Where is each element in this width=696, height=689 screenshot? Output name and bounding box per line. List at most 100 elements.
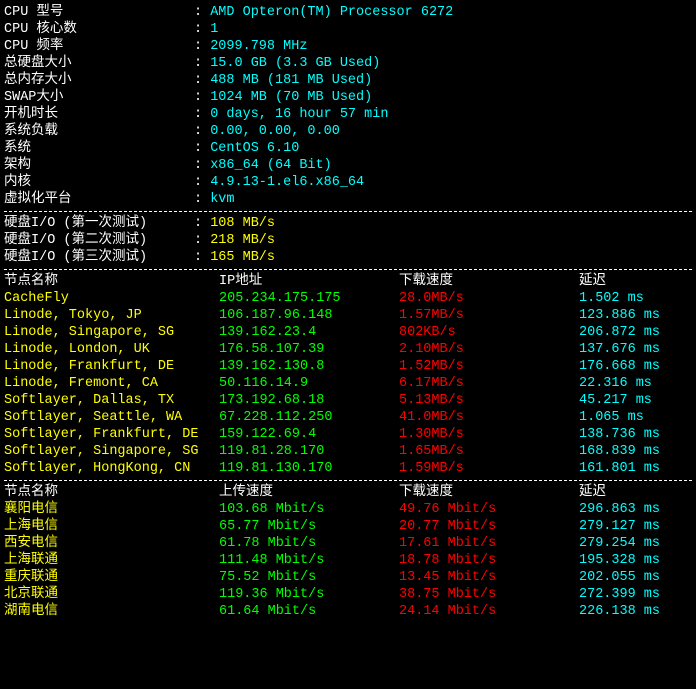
- header-latency: 延迟: [579, 273, 606, 290]
- sysinfo-row: CPU 频率: 2099.798 MHz: [4, 38, 692, 55]
- upload-speed: 103.68 Mbit/s: [219, 501, 399, 518]
- node-name: 上海电信: [4, 518, 219, 535]
- node-name: 湖南电信: [4, 603, 219, 620]
- node-ip: 50.116.14.9: [219, 375, 399, 392]
- node-name: 上海联通: [4, 552, 219, 569]
- download-speed: 802KB/s: [399, 324, 579, 341]
- sysinfo-label: 总硬盘大小: [4, 55, 194, 72]
- sysinfo-value: x86_64 (64 Bit): [210, 158, 332, 173]
- header-download: 下载速度: [399, 484, 579, 501]
- colon: :: [194, 22, 210, 37]
- diskio-row: 硬盘I/O (第三次测试): 165 MB/s: [4, 249, 692, 266]
- colon: :: [194, 216, 210, 231]
- diskio-row: 硬盘I/O (第二次测试): 218 MB/s: [4, 232, 692, 249]
- net-row: Linode, Fremont, CA50.116.14.96.17MB/s22…: [4, 375, 692, 392]
- node-name: Linode, Fremont, CA: [4, 375, 219, 392]
- diskio-value: 108 MB/s: [210, 216, 275, 231]
- net-row: Softlayer, Singapore, SG119.81.28.1701.6…: [4, 443, 692, 460]
- sysinfo-row: 开机时长: 0 days, 16 hour 57 min: [4, 106, 692, 123]
- node-ip: 205.234.175.175: [219, 290, 399, 307]
- node-name: Softlayer, Frankfurt, DE: [4, 426, 219, 443]
- node-ip: 119.81.28.170: [219, 443, 399, 460]
- upload-speed: 119.36 Mbit/s: [219, 586, 399, 603]
- sysinfo-value: 0.00, 0.00, 0.00: [210, 124, 340, 139]
- download-speed: 17.61 Mbit/s: [399, 535, 579, 552]
- header-ip: IP地址: [219, 273, 399, 290]
- sysinfo-row: CPU 核心数: 1: [4, 21, 692, 38]
- network-test-section: CacheFly205.234.175.17528.0MB/s1.502 msL…: [4, 290, 692, 477]
- node-ip: 119.81.130.170: [219, 460, 399, 477]
- cn-row: 重庆联通75.52 Mbit/s13.45 Mbit/s202.055 ms: [4, 569, 692, 586]
- latency: 176.668 ms: [579, 358, 660, 375]
- colon: :: [194, 39, 210, 54]
- sysinfo-value: 488 MB (181 MB Used): [210, 73, 372, 88]
- download-speed: 41.0MB/s: [399, 409, 579, 426]
- sysinfo-label: 系统负载: [4, 123, 194, 140]
- download-speed: 1.52MB/s: [399, 358, 579, 375]
- cn-row: 西安电信61.78 Mbit/s17.61 Mbit/s279.254 ms: [4, 535, 692, 552]
- diskio-label: 硬盘I/O (第三次测试): [4, 249, 194, 266]
- sysinfo-row: SWAP大小: 1024 MB (70 MB Used): [4, 89, 692, 106]
- node-name: Softlayer, Singapore, SG: [4, 443, 219, 460]
- colon: :: [194, 250, 210, 265]
- cn-row: 上海电信65.77 Mbit/s20.77 Mbit/s279.127 ms: [4, 518, 692, 535]
- net-row: Softlayer, HongKong, CN119.81.130.1701.5…: [4, 460, 692, 477]
- node-name: 北京联通: [4, 586, 219, 603]
- upload-speed: 75.52 Mbit/s: [219, 569, 399, 586]
- upload-speed: 61.78 Mbit/s: [219, 535, 399, 552]
- divider: [4, 211, 692, 212]
- download-speed: 6.17MB/s: [399, 375, 579, 392]
- latency: 137.676 ms: [579, 341, 660, 358]
- sysinfo-row: CPU 型号: AMD Opteron(TM) Processor 6272: [4, 4, 692, 21]
- colon: :: [194, 5, 210, 20]
- sysinfo-value: kvm: [210, 192, 234, 207]
- sysinfo-value: 2099.798 MHz: [210, 39, 307, 54]
- node-name: 西安电信: [4, 535, 219, 552]
- sysinfo-label: CPU 型号: [4, 4, 194, 21]
- node-ip: 176.58.107.39: [219, 341, 399, 358]
- latency: 195.328 ms: [579, 552, 660, 569]
- latency: 168.839 ms: [579, 443, 660, 460]
- net-row: Linode, London, UK176.58.107.392.10MB/s1…: [4, 341, 692, 358]
- sysinfo-value: 1: [210, 22, 218, 37]
- cn-row: 北京联通119.36 Mbit/s38.75 Mbit/s272.399 ms: [4, 586, 692, 603]
- node-name: Linode, London, UK: [4, 341, 219, 358]
- upload-speed: 65.77 Mbit/s: [219, 518, 399, 535]
- disk-io-section: 硬盘I/O (第一次测试): 108 MB/s硬盘I/O (第二次测试): 21…: [4, 215, 692, 266]
- sysinfo-label: 虚拟化平台: [4, 191, 194, 208]
- colon: :: [194, 192, 210, 207]
- node-ip: 173.192.68.18: [219, 392, 399, 409]
- download-speed: 13.45 Mbit/s: [399, 569, 579, 586]
- latency: 161.801 ms: [579, 460, 660, 477]
- download-speed: 1.59MB/s: [399, 460, 579, 477]
- node-name: CacheFly: [4, 290, 219, 307]
- header-latency: 延迟: [579, 484, 606, 501]
- header-node: 节点名称: [4, 484, 219, 501]
- sysinfo-value: 4.9.13-1.el6.x86_64: [210, 175, 364, 190]
- diskio-label: 硬盘I/O (第二次测试): [4, 232, 194, 249]
- latency: 45.217 ms: [579, 392, 652, 409]
- net-row: Softlayer, Seattle, WA67.228.112.25041.0…: [4, 409, 692, 426]
- net-header-row: 节点名称IP地址下载速度延迟: [4, 273, 692, 290]
- sysinfo-row: 总硬盘大小: 15.0 GB (3.3 GB Used): [4, 55, 692, 72]
- sysinfo-label: 架构: [4, 157, 194, 174]
- cn-header-row: 节点名称上传速度下载速度延迟: [4, 484, 692, 501]
- china-speedtest-section: 襄阳电信103.68 Mbit/s49.76 Mbit/s296.863 ms上…: [4, 501, 692, 620]
- node-name: Softlayer, Seattle, WA: [4, 409, 219, 426]
- sysinfo-label: 开机时长: [4, 106, 194, 123]
- download-speed: 24.14 Mbit/s: [399, 603, 579, 620]
- sysinfo-label: SWAP大小: [4, 89, 194, 106]
- node-name: Softlayer, Dallas, TX: [4, 392, 219, 409]
- latency: 202.055 ms: [579, 569, 660, 586]
- colon: :: [194, 233, 210, 248]
- sysinfo-row: 架构: x86_64 (64 Bit): [4, 157, 692, 174]
- download-speed: 20.77 Mbit/s: [399, 518, 579, 535]
- node-name: 襄阳电信: [4, 501, 219, 518]
- download-speed: 1.57MB/s: [399, 307, 579, 324]
- node-ip: 139.162.130.8: [219, 358, 399, 375]
- net-row: Linode, Tokyo, JP106.187.96.1481.57MB/s1…: [4, 307, 692, 324]
- download-speed: 28.0MB/s: [399, 290, 579, 307]
- download-speed: 38.75 Mbit/s: [399, 586, 579, 603]
- cn-row: 襄阳电信103.68 Mbit/s49.76 Mbit/s296.863 ms: [4, 501, 692, 518]
- header-node: 节点名称: [4, 273, 219, 290]
